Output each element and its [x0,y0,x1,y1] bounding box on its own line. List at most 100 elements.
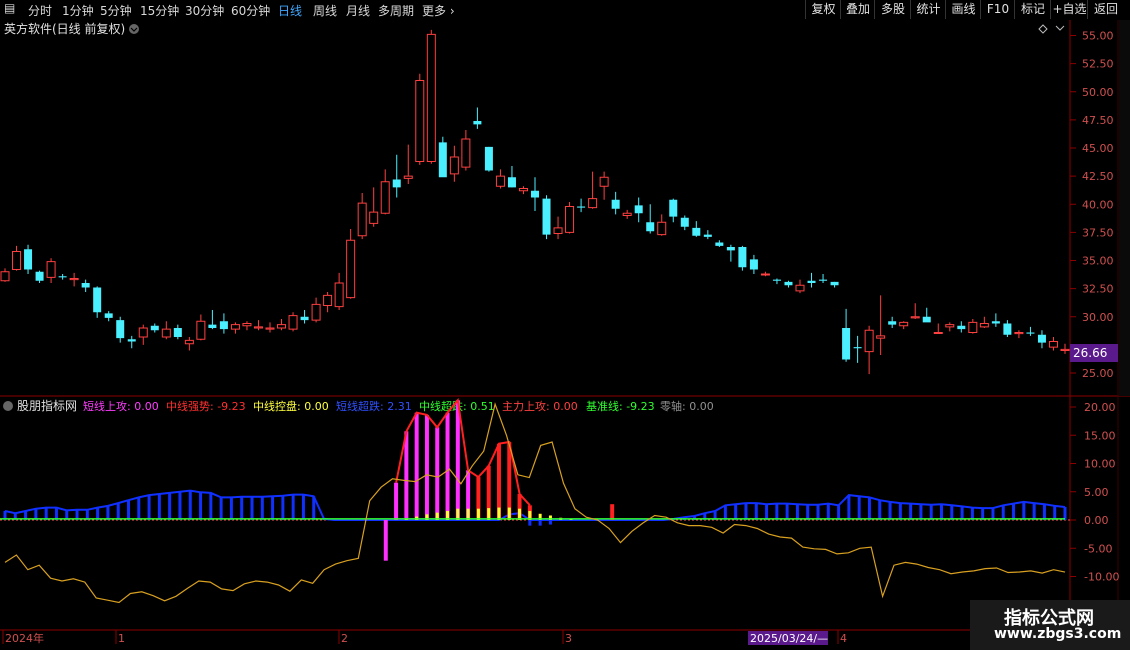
short-attack-bar [435,427,440,520]
short-oversold-bar [1042,504,1046,520]
indicator-item: 基准线: -9.23 [586,399,655,413]
short-oversold-bar [301,494,305,520]
short-oversold-bar [888,501,892,520]
price-tick-label: 50.00 [1082,86,1114,99]
indicator-item: 短线上攻: 0.00 [83,399,159,413]
period-tab-7[interactable]: 周线 [313,2,337,19]
short-oversold-bar [898,503,902,520]
period-tab-9[interactable]: 多周期 [378,2,414,19]
indicator-name: 股朋指标网 [17,398,77,413]
short-oversold-bar [219,497,223,520]
menu-icon[interactable]: ▤ [4,1,15,15]
short-oversold-bar [765,504,769,520]
short-oversold-bar [909,503,913,520]
kline-chart: 英方软件(日线 前复权) 55.00 52.50 50.00 47.50 45.00 4 2… [0,20,1130,650]
price-tick-label: 30.00 [1082,311,1114,324]
toolbar-button-4[interactable]: 画线 [945,0,981,19]
indicator-tick-label: 15.00 [1084,429,1116,442]
short-oversold-bar [250,496,254,520]
short-oversold-bar [929,504,933,520]
short-oversold-bar [260,496,264,520]
price-tick-label: 47.50 [1082,114,1114,127]
price-tick-label: 45.00 [1082,142,1114,155]
period-toolbar: 分时 1分钟 5分钟 15分钟 30分钟 60分钟 日线 周线 月线 多周期 更多 › ▤ 复权 叠加 多股… [0,0,1130,21]
short-oversold-bar [209,492,213,520]
price-tick-label: 55.00 [1082,30,1114,43]
short-oversold-bar [126,500,130,520]
toolbar-button-0[interactable]: 复权 [805,0,841,19]
indicator-tick-label: -10.00 [1084,571,1119,584]
short-attack-bar [455,400,460,520]
short-oversold-bar [116,503,120,520]
short-oversold-bar [188,490,192,520]
candle [484,146,493,172]
short-oversold-bar [1012,503,1016,520]
right-info-strip[interactable] [1119,20,1130,396]
period-tab-6[interactable]: 日线 [278,2,302,19]
price-tick-label: 35.00 [1082,255,1114,268]
period-tab-4[interactable]: 30分钟 [185,2,224,19]
short-oversold-bar [199,492,203,520]
short-oversold-bar [806,504,810,520]
short-oversold-bar [734,504,738,520]
period-tab-2[interactable]: 5分钟 [100,2,132,19]
short-oversold-bar [754,503,758,520]
short-attack-bar [404,431,409,520]
short-oversold-bar [816,504,820,520]
short-oversold-bar [940,504,944,520]
short-oversold-bar [857,496,861,520]
more-menu[interactable]: 更多 › [422,2,455,19]
short-oversold-bar [847,495,851,520]
short-oversold-bar [157,494,161,520]
time-tick-label: 4 [840,632,847,645]
candle [426,29,436,164]
period-tab-5[interactable]: 60分钟 [231,2,270,19]
indicator-tick-label: 0.00 [1084,514,1109,527]
short-oversold-bar [919,504,923,520]
indicator-item: 中线强势: -9.23 [166,399,246,413]
indicator-item: 短线超跌: 2.31 [336,399,412,413]
short-oversold-bar [240,496,244,520]
short-attack-bar [394,482,399,520]
short-attack-bar [414,412,419,520]
main-attack-bar [610,504,615,520]
stock-title: 英方软件(日线 前复权) [4,21,125,36]
short-attack-bar [383,520,388,561]
period-tab-1[interactable]: 1分钟 [62,2,94,19]
time-tick-label: 3 [565,632,572,645]
price-tick-label: 37.50 [1082,226,1114,239]
short-oversold-bar [1053,505,1057,520]
toolbar-button-3[interactable]: 统计 [910,0,946,19]
short-oversold-bar [1063,507,1067,520]
short-oversold-bar [106,505,110,520]
short-oversold-bar [826,503,830,520]
short-oversold-bar [281,495,285,520]
candle [415,73,425,165]
last-price-label: 26.66 [1073,346,1107,360]
candle [542,195,551,240]
short-oversold-bar [1032,503,1036,520]
short-attack-bar [445,412,450,520]
price-tick-label: 52.50 [1082,58,1114,71]
short-oversold-bar [785,503,789,520]
toolbar-button-6[interactable]: 标记 [1014,0,1051,19]
short-oversold-bar [1022,501,1026,520]
short-oversold-bar [137,497,141,520]
short-oversold-bar [867,497,871,520]
time-tick-label: 1 [118,632,125,645]
toolbar-button-7[interactable]: +自选 [1050,0,1088,19]
toolbar-button-5[interactable]: F10 [980,0,1015,19]
short-oversold-bar [147,495,151,520]
price-tick-label: 40.00 [1082,198,1114,211]
indicator-item: 零轴: 0.00 [660,399,714,413]
period-tab-3[interactable]: 15分钟 [140,2,179,19]
period-tab-0[interactable]: 分时 [28,2,52,19]
short-attack-bar [424,414,429,520]
indicator-item: 主力上攻: 0.00 [502,399,578,413]
toolbar-button-2[interactable]: 多股 [874,0,911,19]
toolbar-button-8[interactable]: 返回 [1087,0,1124,19]
chevron-down-icon[interactable] [129,24,139,34]
period-tab-8[interactable]: 月线 [346,2,370,19]
chevron-down-icon[interactable] [3,401,13,411]
toolbar-button-1[interactable]: 叠加 [840,0,875,19]
